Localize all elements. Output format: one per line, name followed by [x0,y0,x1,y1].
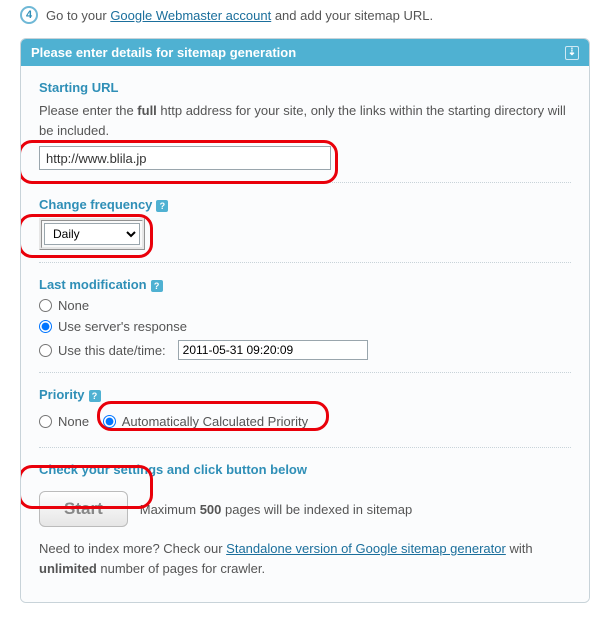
step-number-badge: 4 [20,6,38,24]
priority-none-label: None [58,414,89,429]
lastmod-server-label: Use server's response [58,319,187,334]
change-frequency-select[interactable]: Daily [44,223,140,245]
last-modification-label: Last modification? [39,262,571,292]
priority-none-radio[interactable] [39,415,52,428]
lastmod-date-input[interactable] [178,340,368,360]
collapse-icon[interactable]: ⇣ [565,46,579,60]
panel-header: Please enter details for sitemap generat… [21,39,589,66]
start-section-label: Check your settings and click button bel… [39,447,571,477]
lastmod-none-label: None [58,298,89,313]
help-icon[interactable]: ? [156,200,168,212]
step-4-instruction: 4 Go to your Google Webmaster account an… [20,6,590,24]
priority-label: Priority? [39,372,571,402]
sitemap-form-panel: Please enter details for sitemap generat… [20,38,590,603]
change-frequency-wrap: Daily [39,218,145,250]
priority-auto-radio[interactable] [103,415,116,428]
starting-url-input[interactable] [39,146,331,170]
help-icon[interactable]: ? [151,280,163,292]
max-pages-note: Maximum 500 pages will be indexed in sit… [140,502,412,517]
starting-url-label: Starting URL [39,80,571,95]
lastmod-none-radio[interactable] [39,299,52,312]
lastmod-date-radio[interactable] [39,344,52,357]
lastmod-date-label: Use this date/time: [58,343,166,358]
help-icon[interactable]: ? [89,390,101,402]
index-more-note: Need to index more? Check our Standalone… [39,539,571,578]
step-text: Go to your Google Webmaster account and … [46,8,433,23]
standalone-generator-link[interactable]: Standalone version of Google sitemap gen… [226,541,506,556]
google-webmaster-link[interactable]: Google Webmaster account [110,8,271,23]
priority-auto-label: Automatically Calculated Priority [122,414,308,429]
start-button[interactable]: Start [39,491,128,527]
lastmod-server-radio[interactable] [39,320,52,333]
change-frequency-label: Change frequency? [39,182,571,212]
starting-url-desc: Please enter the full http address for y… [39,101,571,140]
panel-title: Please enter details for sitemap generat… [31,45,296,60]
